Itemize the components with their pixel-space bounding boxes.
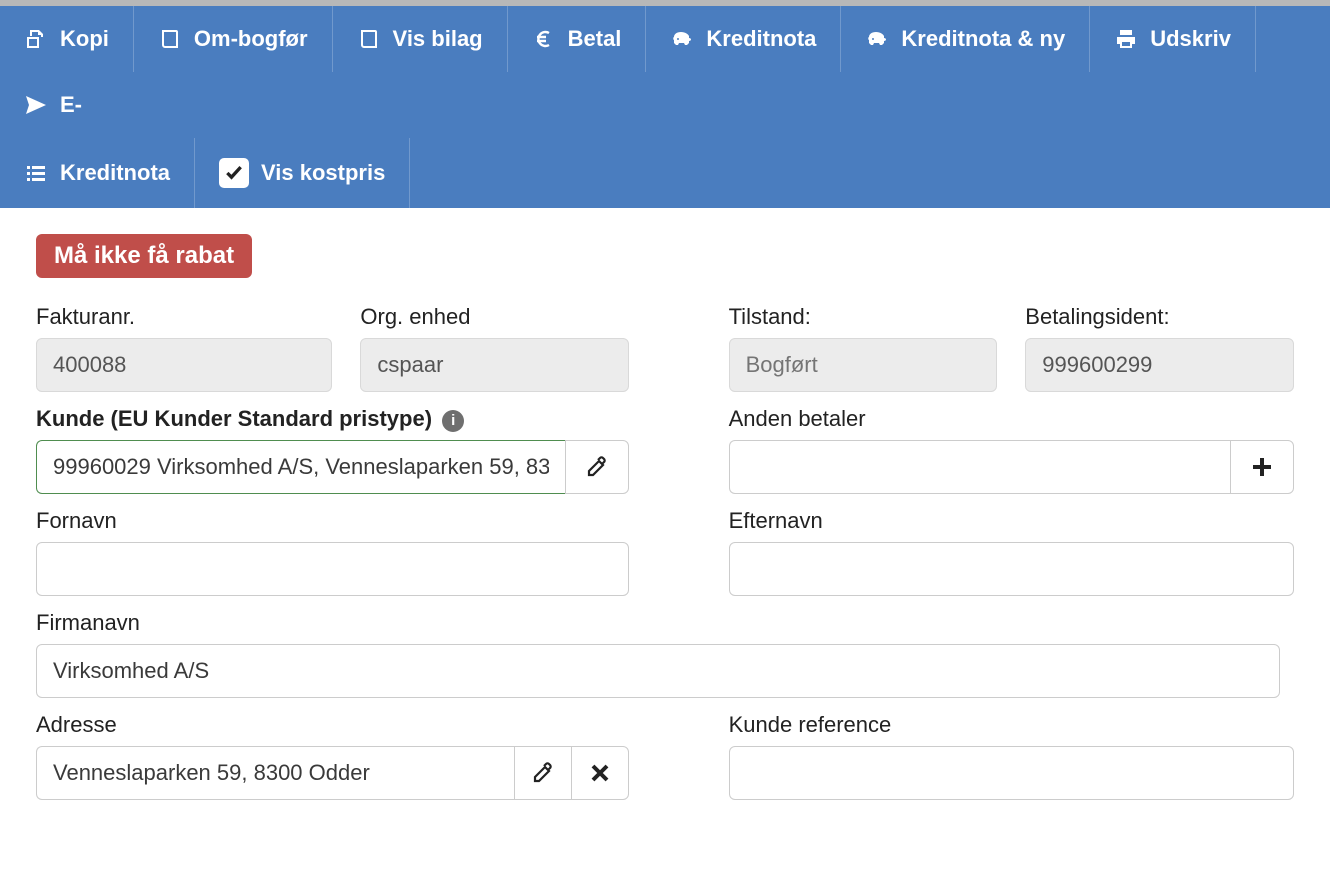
kopi-label: Kopi [60,26,109,52]
kunde-edit-button[interactable] [565,440,629,494]
copy-icon [24,27,48,51]
print-icon [1114,27,1138,51]
efternavn-field[interactable] [729,542,1294,596]
edit-icon [585,455,609,479]
tilstand-label: Tilstand: [729,304,998,330]
andenbetaler-field[interactable] [729,440,1231,494]
andenbetaler-label: Anden betaler [729,406,1294,432]
udskriv-button[interactable]: Udskriv [1090,6,1256,72]
ombogfor-label: Om-bogfør [194,26,308,52]
discount-badge: Må ikke få rabat [36,234,252,278]
kunde-field[interactable] [36,440,565,494]
send-icon [24,93,48,117]
info-icon[interactable]: i [442,410,464,432]
visbilag-button[interactable]: Vis bilag [333,6,508,72]
adresse-edit-button[interactable] [514,746,571,800]
efternavn-label: Efternavn [729,508,1294,534]
kreditnota2-button[interactable]: Kreditnota [0,138,195,208]
book-icon [357,27,381,51]
e-label: E- [60,92,82,118]
kunderef-label: Kunde reference [729,712,1294,738]
kunderef-field[interactable] [729,746,1294,800]
content-area: Må ikke få rabat Fakturanr. Org. enhed T… [0,208,1330,840]
kreditnota-ny-label: Kreditnota & ny [901,26,1065,52]
list-icon [24,161,48,185]
book-icon [158,27,182,51]
tilstand-field [729,338,998,392]
kunde-label-text: Kunde (EU Kunder Standard pristype) [36,406,432,431]
fakturanr-label: Fakturanr. [36,304,332,330]
piggy-icon [865,27,889,51]
toolbar: Kopi Om-bogfør Vis bilag Betal Kreditnot… [0,6,1330,208]
kunde-label: Kunde (EU Kunder Standard pristype) i [36,406,629,432]
edit-icon [531,761,555,785]
viskostpris-label: Vis kostpris [261,160,385,186]
betalingsident-label: Betalingsident: [1025,304,1294,330]
adresse-field[interactable] [36,746,514,800]
ombogfor-button[interactable]: Om-bogfør [134,6,333,72]
checkbox-checked-icon [219,158,249,188]
plus-icon [1250,455,1274,479]
piggy-icon [670,27,694,51]
betal-button[interactable]: Betal [508,6,647,72]
orgenhed-label: Org. enhed [360,304,629,330]
e-button[interactable]: E- [0,72,106,138]
firmanavn-field[interactable] [36,644,1280,698]
betalingsident-field [1025,338,1294,392]
kopi-button[interactable]: Kopi [0,6,134,72]
orgenhed-field [360,338,629,392]
kreditnota-ny-button[interactable]: Kreditnota & ny [841,6,1090,72]
close-icon [588,761,612,785]
betal-label: Betal [568,26,622,52]
adresse-label: Adresse [36,712,629,738]
viskostpris-toggle[interactable]: Vis kostpris [195,138,410,208]
kreditnota-label: Kreditnota [706,26,816,52]
adresse-clear-button[interactable] [571,746,629,800]
invoice-form: Fakturanr. Org. enhed Tilstand: Betaling… [36,304,1294,800]
euro-icon [532,27,556,51]
udskriv-label: Udskriv [1150,26,1231,52]
firmanavn-label: Firmanavn [36,610,1280,636]
fornavn-field[interactable] [36,542,629,596]
fornavn-label: Fornavn [36,508,629,534]
kreditnota2-label: Kreditnota [60,160,170,186]
fakturanr-field [36,338,332,392]
kreditnota-button[interactable]: Kreditnota [646,6,841,72]
visbilag-label: Vis bilag [393,26,483,52]
andenbetaler-add-button[interactable] [1230,440,1294,494]
